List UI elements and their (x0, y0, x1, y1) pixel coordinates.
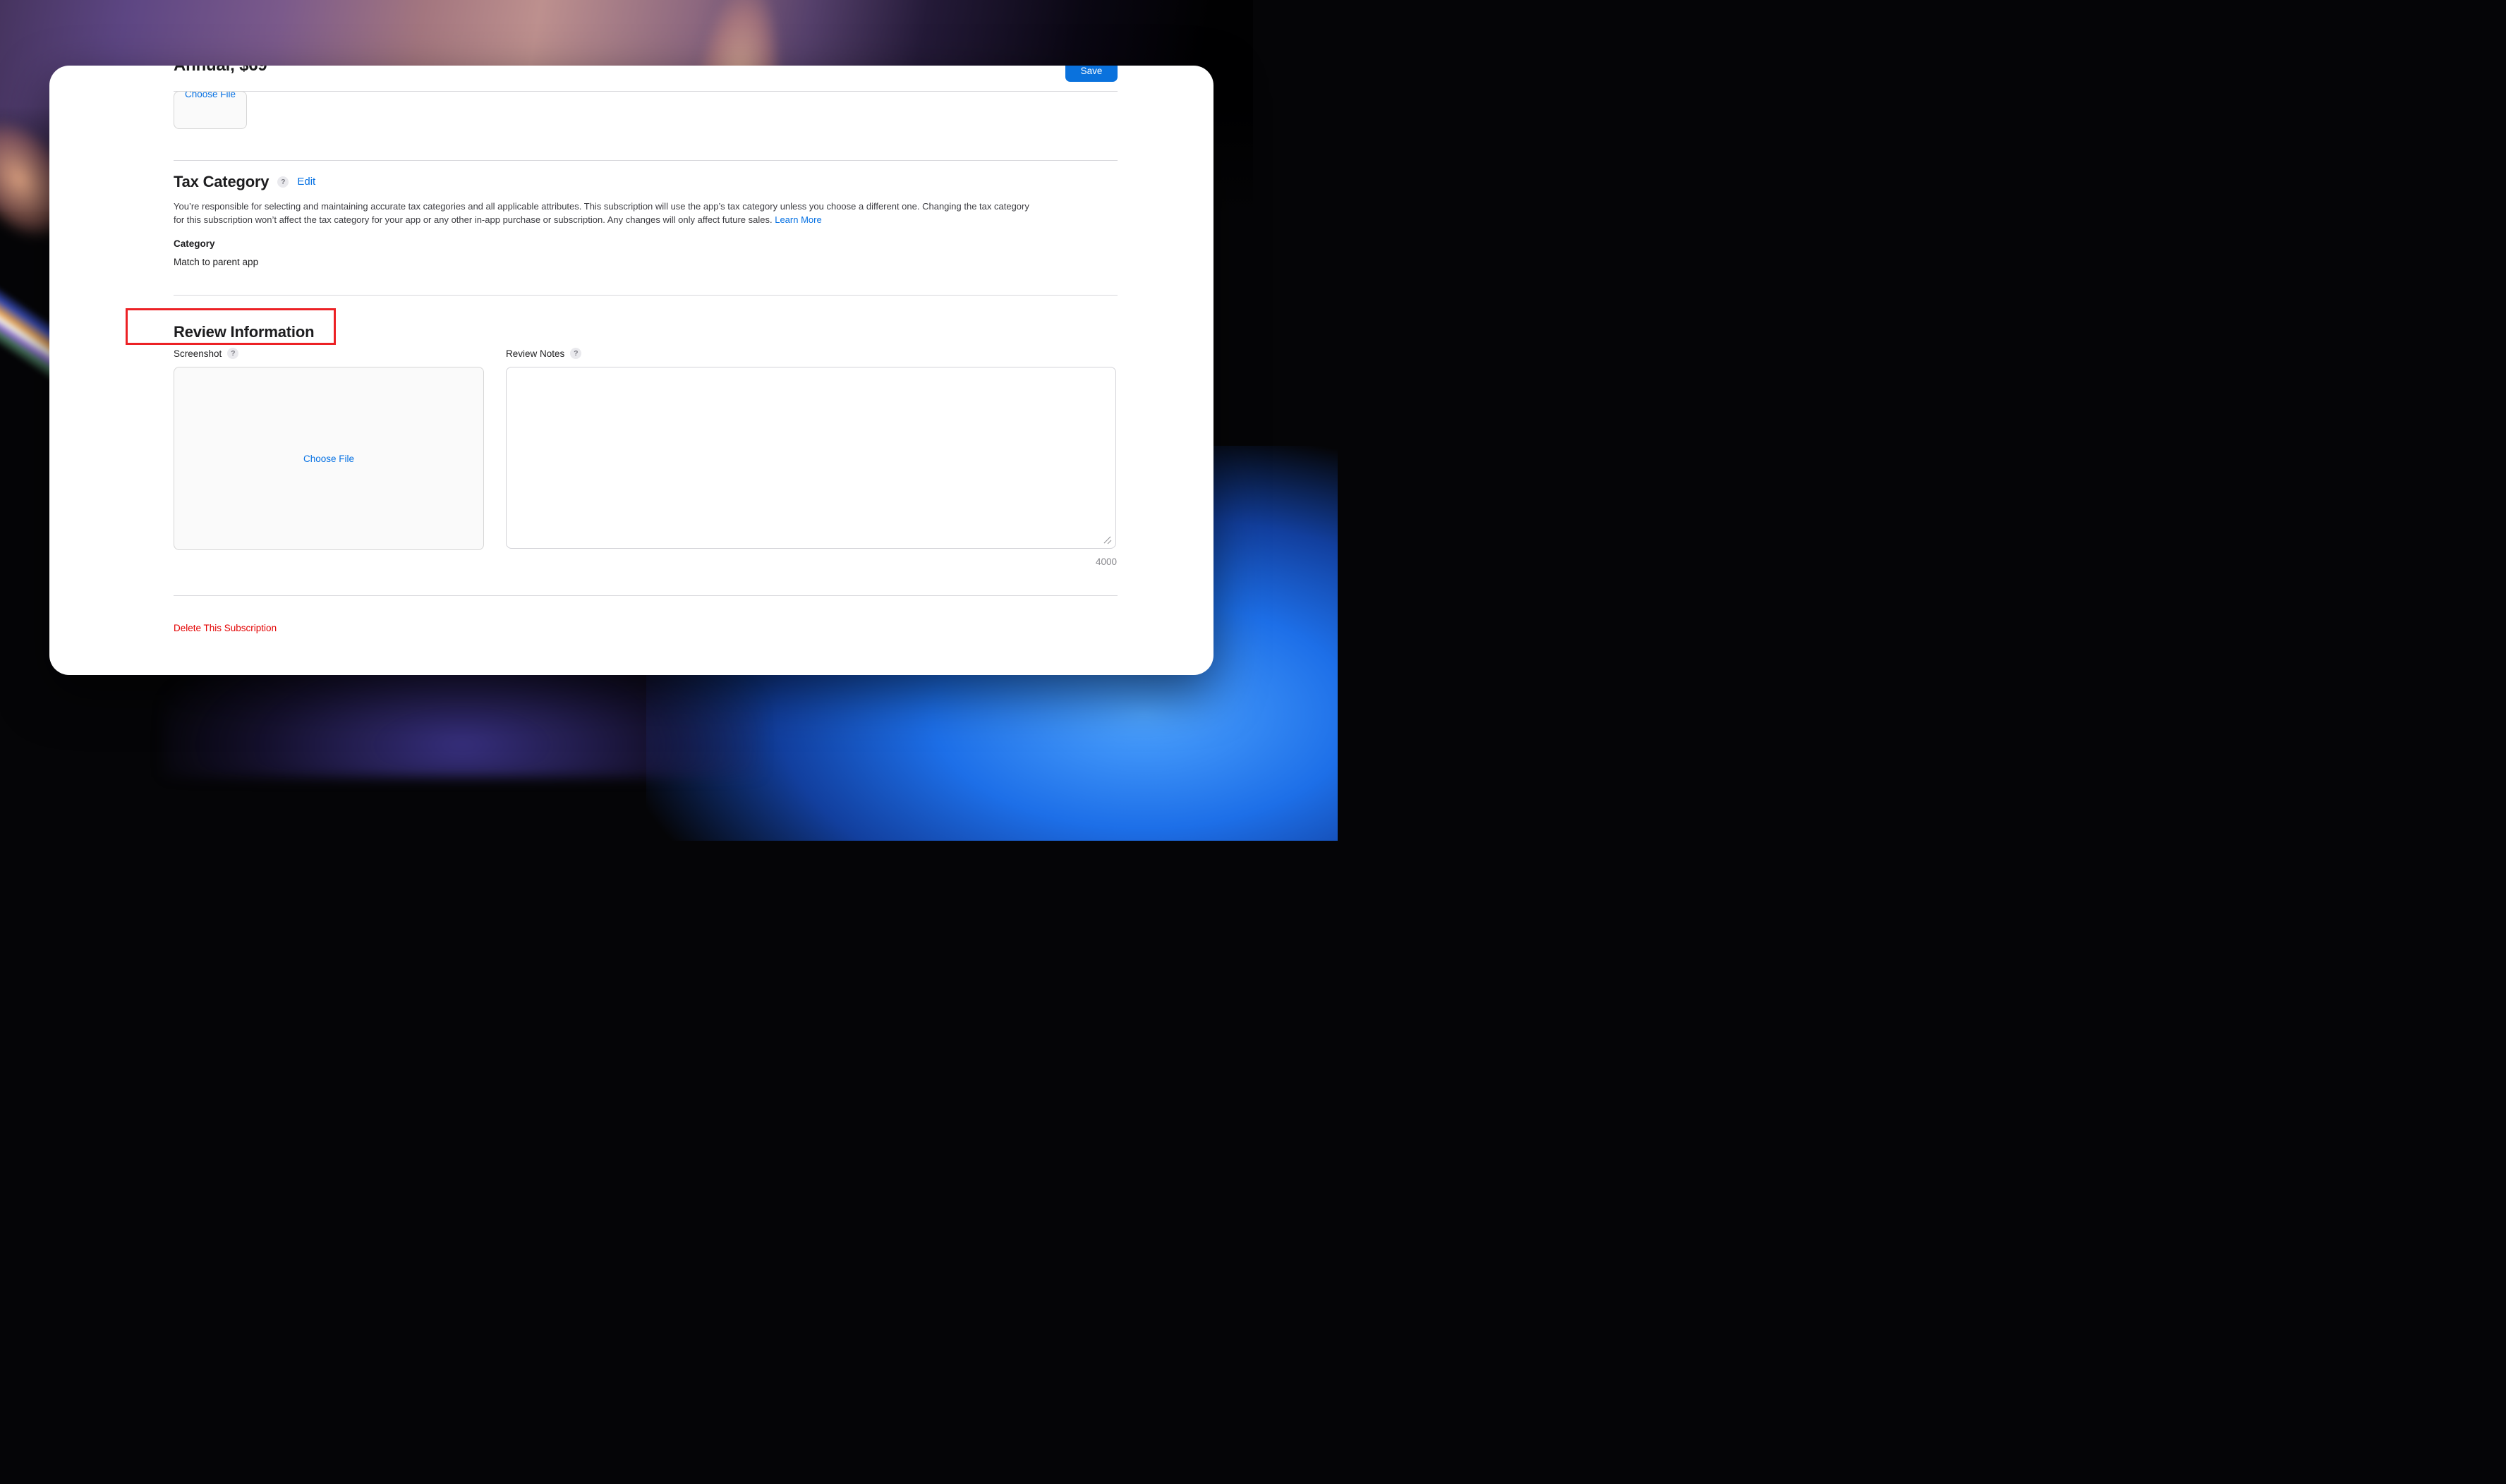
textarea-resize-handle[interactable] (1103, 535, 1113, 545)
section-divider-3 (174, 595, 1118, 596)
delete-subscription-link[interactable]: Delete This Subscription (174, 623, 277, 633)
section-divider-1 (174, 160, 1118, 161)
tax-category-help-icon[interactable]: ? (277, 176, 289, 188)
review-notes-input[interactable] (506, 367, 1116, 549)
section-divider-2 (174, 295, 1118, 296)
review-information-heading: Review Information (174, 323, 315, 341)
screenshot-help-icon[interactable]: ? (227, 348, 239, 359)
choose-file-link-top[interactable]: Choose File (185, 92, 236, 99)
screenshot-dropzone[interactable]: Choose File (174, 367, 484, 550)
review-notes-help-icon[interactable]: ? (570, 348, 582, 359)
save-button[interactable]: Save (1065, 66, 1118, 82)
review-notes-label: Review Notes (506, 348, 565, 359)
review-notes-field (506, 367, 1116, 549)
page-title: Annual, $69 (174, 66, 267, 76)
category-value: Match to parent app (174, 257, 259, 267)
choose-file-link-screenshot[interactable]: Choose File (303, 454, 354, 464)
tax-description-line-2: for this subscription won’t affect the t… (174, 214, 822, 225)
screenshot-label: Screenshot (174, 348, 222, 359)
category-label: Category (174, 238, 215, 249)
tax-category-description: You’re responsible for selecting and mai… (174, 200, 1029, 226)
subscription-card: Annual, $69 Save Choose File Tax Categor… (49, 66, 1213, 675)
tax-category-edit-link[interactable]: Edit (297, 176, 315, 188)
review-notes-char-count: 4000 (1095, 556, 1117, 567)
header-divider (174, 91, 1118, 92)
upload-dropzone-top[interactable]: Choose File (174, 91, 247, 129)
tax-description-line-1: You’re responsible for selecting and mai… (174, 201, 1029, 212)
learn-more-link[interactable]: Learn More (775, 214, 821, 225)
tax-category-heading: Tax Category (174, 173, 270, 190)
